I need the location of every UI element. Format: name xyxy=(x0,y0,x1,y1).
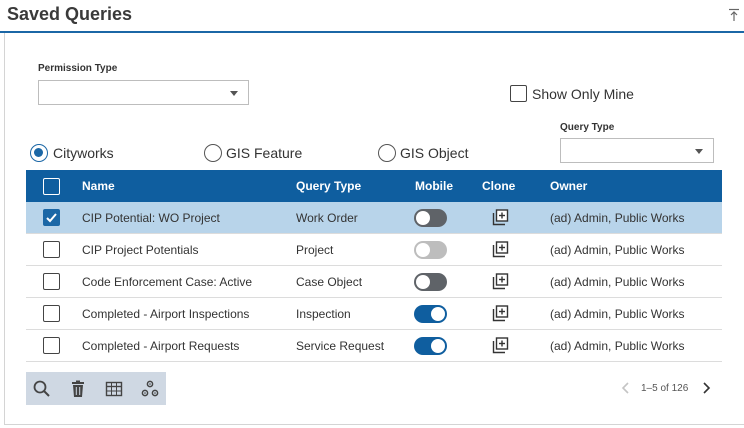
column-header-owner[interactable]: Owner xyxy=(550,179,587,193)
panel-left-border xyxy=(4,33,5,425)
row-query-type: Inspection xyxy=(296,307,351,321)
table-row[interactable]: CIP Project Potentials Project (ad) Admi… xyxy=(26,234,722,266)
mobile-toggle[interactable] xyxy=(414,337,447,355)
permission-type-label: Permission Type xyxy=(38,63,118,74)
row-owner: (ad) Admin, Public Works xyxy=(550,211,685,225)
mobile-toggle[interactable] xyxy=(414,209,447,227)
chevron-left-icon[interactable] xyxy=(620,380,632,396)
panel-header: Saved Queries xyxy=(0,0,744,33)
row-checkbox[interactable] xyxy=(43,209,60,226)
row-name: CIP Potential: WO Project xyxy=(82,211,220,225)
panel-title: Saved Queries xyxy=(7,4,133,24)
table-row[interactable]: CIP Potential: WO Project Work Order (ad… xyxy=(26,202,722,234)
row-owner: (ad) Admin, Public Works xyxy=(550,307,685,321)
row-owner: (ad) Admin, Public Works xyxy=(550,339,685,353)
row-name: CIP Project Potentials xyxy=(82,243,199,257)
row-query-type: Case Object xyxy=(296,275,363,289)
table-row[interactable]: Code Enforcement Case: Active Case Objec… xyxy=(26,266,722,298)
row-checkbox[interactable] xyxy=(43,241,60,258)
permission-type-select[interactable] xyxy=(38,80,249,105)
collapse-icon[interactable] xyxy=(728,8,740,22)
query-type-label: Query Type xyxy=(560,122,615,133)
table-icon[interactable] xyxy=(104,379,124,399)
row-query-type: Work Order xyxy=(296,211,358,225)
saved-queries-grid: Name Query Type Mobile Clone Owner CIP P… xyxy=(26,170,722,362)
mobile-toggle xyxy=(414,241,447,259)
radio-gis-object[interactable] xyxy=(378,144,396,162)
radio-cityworks-label: Cityworks xyxy=(53,145,114,161)
row-query-type: Project xyxy=(296,243,334,257)
column-header-name[interactable]: Name xyxy=(82,179,115,193)
grid-header: Name Query Type Mobile Clone Owner xyxy=(26,170,722,202)
clone-icon[interactable] xyxy=(492,209,509,226)
row-name: Completed - Airport Requests xyxy=(82,339,240,353)
chevron-right-icon[interactable] xyxy=(700,380,712,396)
clone-icon[interactable] xyxy=(492,273,509,290)
row-name: Code Enforcement Case: Active xyxy=(82,275,253,289)
row-checkbox[interactable] xyxy=(43,305,60,322)
mobile-toggle[interactable] xyxy=(414,305,447,323)
row-checkbox[interactable] xyxy=(43,337,60,354)
select-all-checkbox[interactable] xyxy=(43,178,60,195)
chevron-down-icon xyxy=(230,91,238,96)
column-header-clone: Clone xyxy=(482,179,516,193)
show-only-mine-label: Show Only Mine xyxy=(532,86,634,102)
table-row[interactable]: Completed - Airport Requests Service Req… xyxy=(26,330,722,362)
column-header-query-type[interactable]: Query Type xyxy=(296,179,361,193)
pager: 1–5 of 126 xyxy=(620,380,720,398)
grid-toolbar xyxy=(26,372,166,405)
column-header-mobile[interactable]: Mobile xyxy=(415,179,453,193)
mobile-toggle[interactable] xyxy=(414,273,447,291)
settings-icon[interactable] xyxy=(140,379,160,399)
row-checkbox[interactable] xyxy=(43,273,60,290)
panel-bottom-border xyxy=(4,424,744,425)
trash-icon[interactable] xyxy=(68,379,88,399)
pager-range: 1–5 of 126 xyxy=(641,383,689,394)
query-type-select[interactable] xyxy=(560,138,714,163)
row-owner: (ad) Admin, Public Works xyxy=(550,275,685,289)
row-query-type: Service Request xyxy=(296,339,385,353)
search-icon[interactable] xyxy=(32,379,52,399)
radio-cityworks[interactable] xyxy=(30,144,48,162)
show-only-mine-checkbox[interactable] xyxy=(510,85,527,102)
clone-icon[interactable] xyxy=(492,337,509,354)
row-name: Completed - Airport Inspections xyxy=(82,307,250,321)
checkmark-icon xyxy=(46,213,57,223)
radio-gis-feature-label: GIS Feature xyxy=(226,145,303,161)
clone-icon[interactable] xyxy=(492,241,509,258)
radio-gis-object-label: GIS Object xyxy=(400,145,469,161)
radio-gis-feature[interactable] xyxy=(204,144,222,162)
clone-icon[interactable] xyxy=(492,305,509,322)
row-owner: (ad) Admin, Public Works xyxy=(550,243,685,257)
chevron-down-icon xyxy=(695,149,703,154)
table-row[interactable]: Completed - Airport Inspections Inspecti… xyxy=(26,298,722,330)
